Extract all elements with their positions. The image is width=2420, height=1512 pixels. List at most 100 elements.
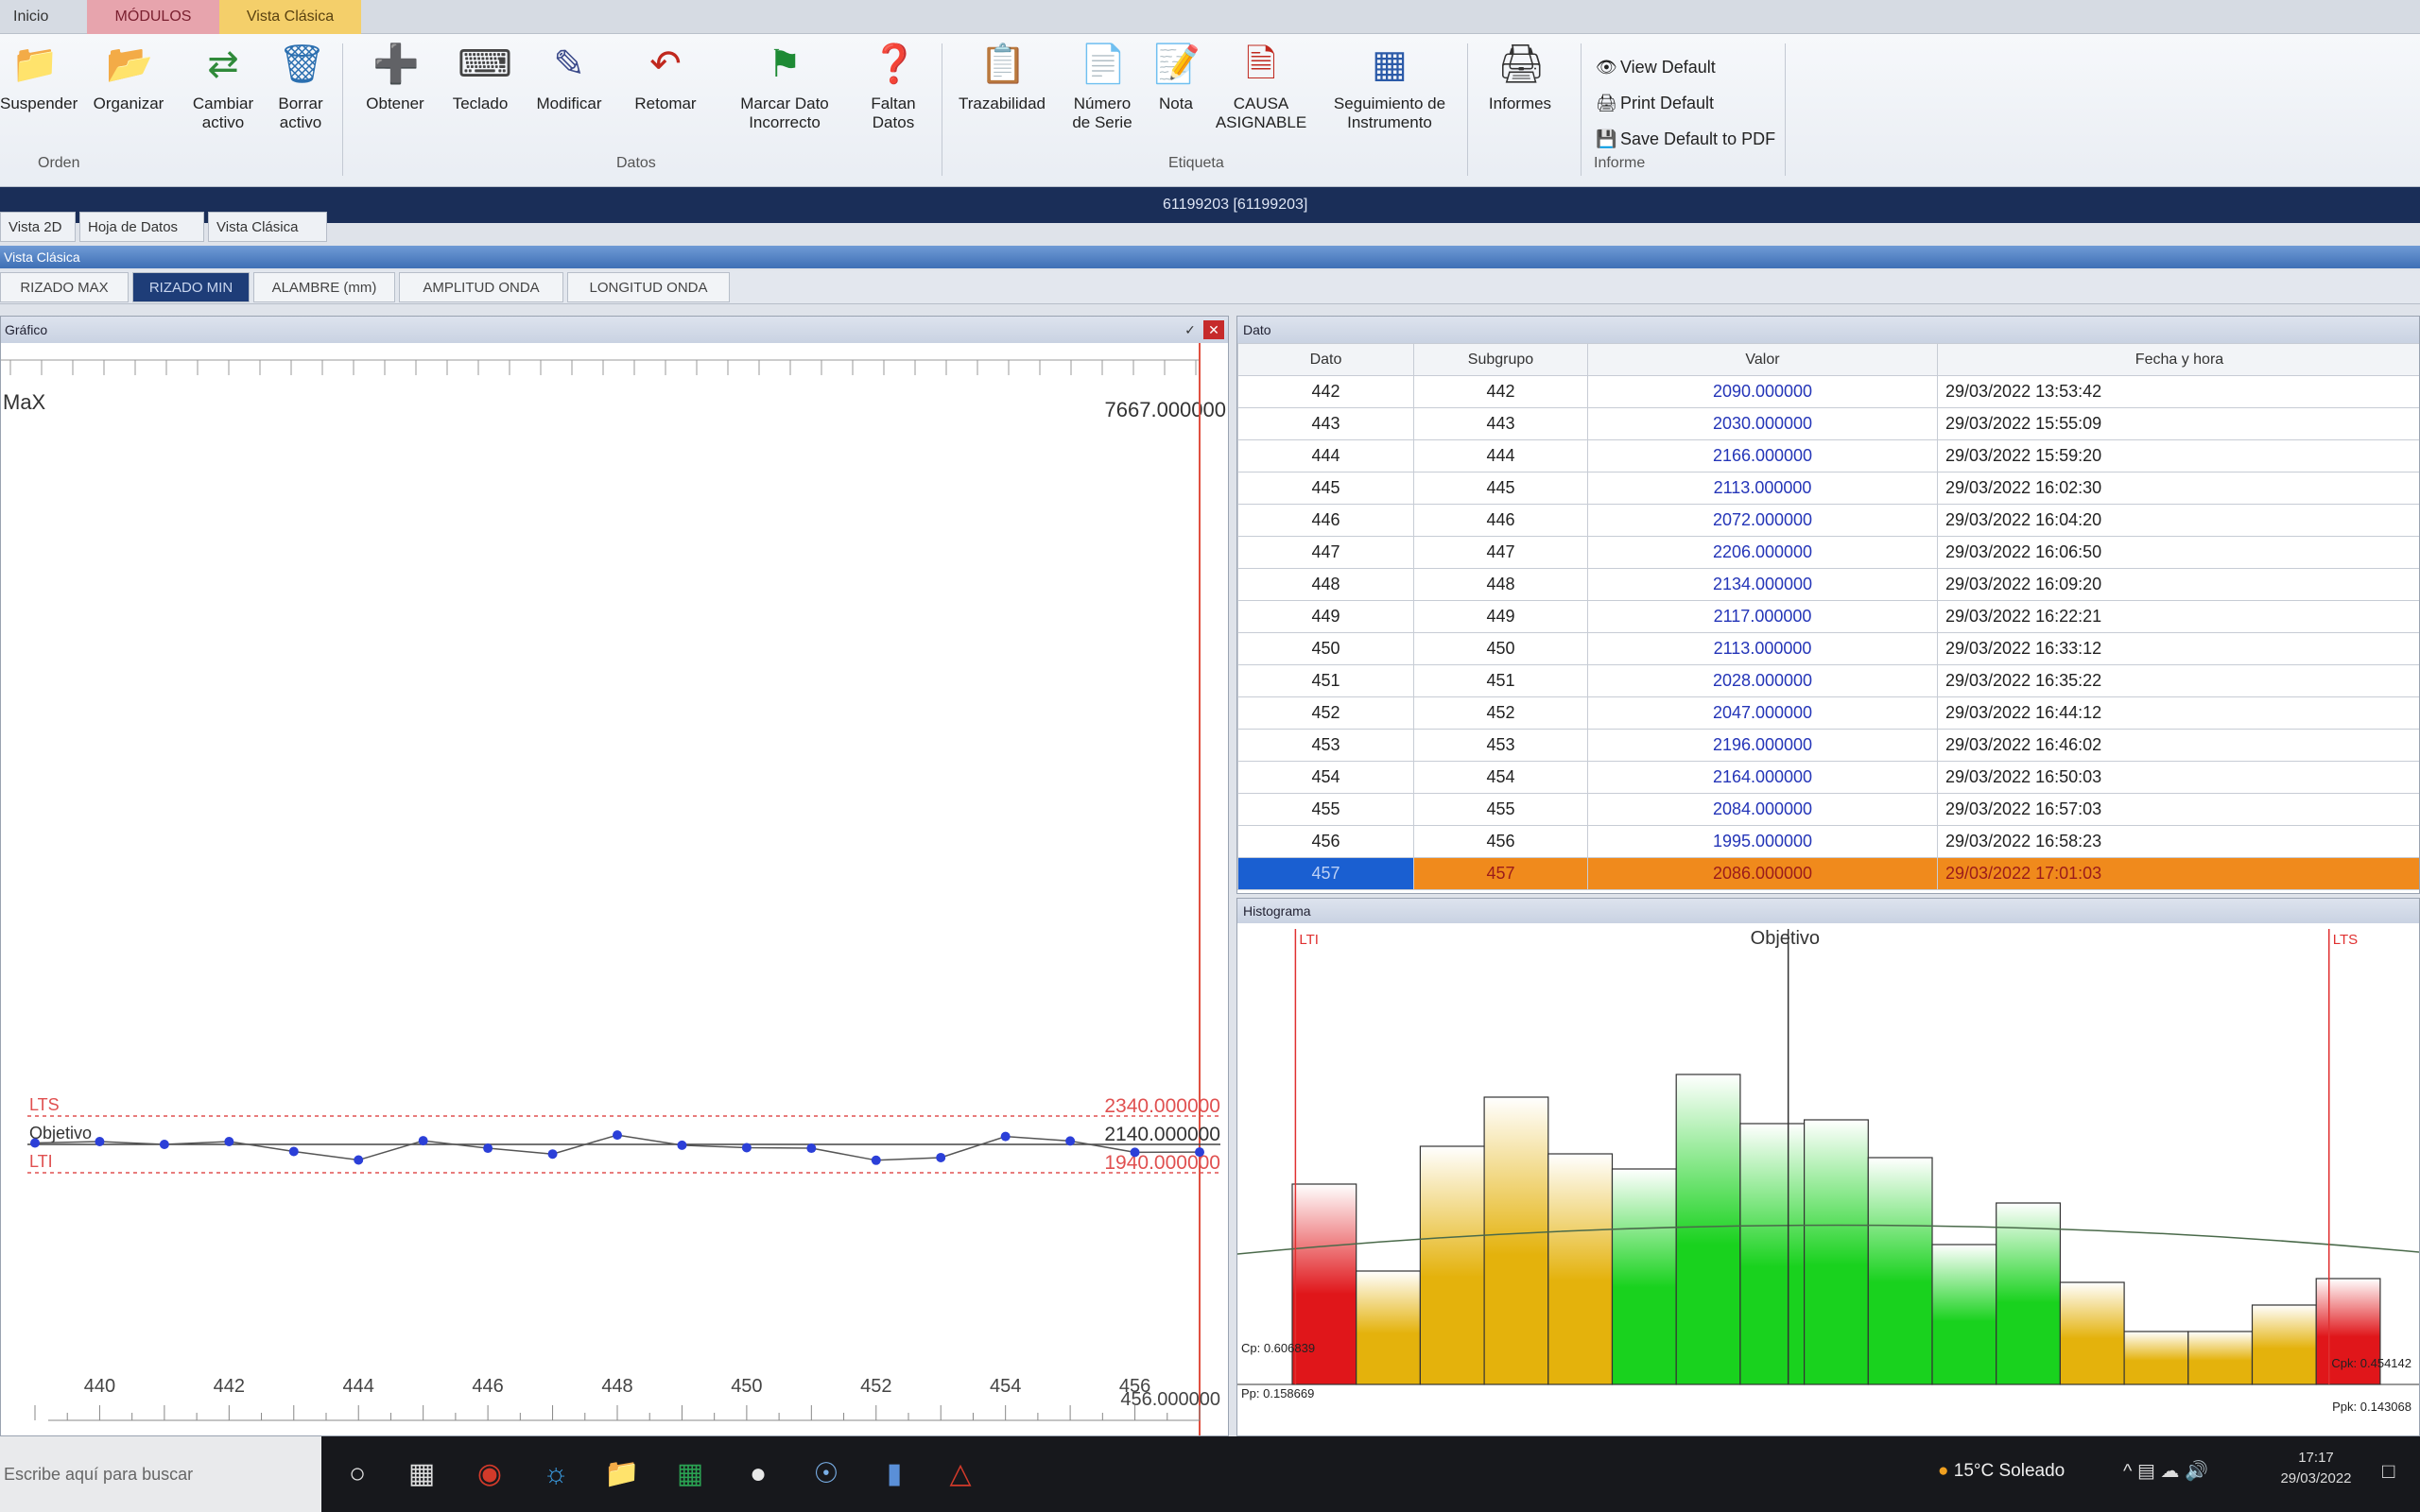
table-row[interactable]: 444 444 2166.000000 29/03/2022 15:59:20 [1237, 439, 2419, 472]
tab-vista-clasica-view[interactable]: Vista Clásica [208, 212, 327, 242]
suspend-button[interactable]: 📁 Suspender [0, 42, 78, 113]
data-point[interactable] [30, 1138, 40, 1148]
notifications-icon[interactable]: □ [2382, 1459, 2394, 1484]
data-point[interactable] [418, 1136, 428, 1146]
table-row[interactable]: 450 450 2113.000000 29/03/2022 16:33:12 [1237, 632, 2419, 665]
table-row[interactable]: 449 449 2117.000000 29/03/2022 16:22:21 [1237, 600, 2419, 633]
edge-icon[interactable]: ☼ [535, 1453, 577, 1495]
cell-valor[interactable]: 2164.000000 [1587, 761, 1938, 794]
cell-fecha[interactable]: 29/03/2022 16:09:20 [1937, 568, 2419, 601]
spc-app-icon[interactable]: △ [940, 1453, 981, 1495]
change-active-button[interactable]: ⇄ Cambiar activo [185, 42, 261, 132]
cell-fecha[interactable]: 29/03/2022 16:33:12 [1937, 632, 2419, 665]
cell-subgrupo[interactable]: 446 [1413, 504, 1588, 537]
table-row[interactable]: 457 457 2086.000000 29/03/2022 17:01:03 [1237, 857, 2419, 890]
data-point[interactable] [1065, 1136, 1076, 1146]
modify-button[interactable]: ✎ Modificar [526, 42, 613, 113]
cell-fecha[interactable]: 29/03/2022 13:53:42 [1937, 375, 2419, 408]
table-row[interactable]: 446 446 2072.000000 29/03/2022 16:04:20 [1237, 504, 2419, 537]
data-point[interactable] [1000, 1131, 1011, 1142]
cell-fecha[interactable]: 29/03/2022 16:58:23 [1937, 825, 2419, 858]
data-point[interactable] [483, 1143, 493, 1154]
cell-dato[interactable]: 449 [1237, 600, 1414, 633]
cell-valor[interactable]: 2206.000000 [1587, 536, 1938, 569]
cell-subgrupo[interactable]: 448 [1413, 568, 1588, 601]
network-app-icon[interactable]: ☉ [805, 1453, 847, 1495]
cell-dato[interactable]: 445 [1237, 472, 1414, 505]
cell-valor[interactable]: 2196.000000 [1587, 729, 1938, 762]
cell-fecha[interactable]: 29/03/2022 16:46:02 [1937, 729, 2419, 762]
cell-valor[interactable]: 2072.000000 [1587, 504, 1938, 537]
cell-dato[interactable]: 456 [1237, 825, 1414, 858]
table-row[interactable]: 445 445 2113.000000 29/03/2022 16:02:30 [1237, 472, 2419, 505]
table-row[interactable]: 442 442 2090.000000 29/03/2022 13:53:42 [1237, 375, 2419, 408]
resume-button[interactable]: ↶ Retomar [620, 42, 711, 113]
keyboard-button[interactable]: ⌨ Teclado [442, 42, 518, 113]
cell-dato[interactable]: 447 [1237, 536, 1414, 569]
tab-rizado-min[interactable]: RIZADO MIN [132, 272, 250, 302]
reports-button[interactable]: 🖨 Informes [1475, 42, 1565, 113]
cell-valor[interactable]: 2117.000000 [1587, 600, 1938, 633]
data-point[interactable] [871, 1155, 881, 1165]
serial-number-button[interactable]: 📄 Número de Serie [1063, 42, 1142, 132]
cell-valor[interactable]: 2047.000000 [1587, 696, 1938, 730]
delete-active-button[interactable]: 🗑 Borrar activo [267, 42, 335, 132]
table-row[interactable]: 452 452 2047.000000 29/03/2022 16:44:12 [1237, 696, 2419, 730]
cell-subgrupo[interactable]: 444 [1413, 439, 1588, 472]
table-row[interactable]: 447 447 2206.000000 29/03/2022 16:06:50 [1237, 536, 2419, 569]
tab-vista-2d[interactable]: Vista 2D [0, 212, 76, 242]
view-default-button[interactable]: 👁 View Default [1596, 51, 1716, 83]
cell-valor[interactable]: 1995.000000 [1587, 825, 1938, 858]
obtain-button[interactable]: ➕ Obtener [355, 42, 435, 113]
table-row[interactable]: 448 448 2134.000000 29/03/2022 16:09:20 [1237, 568, 2419, 601]
cell-subgrupo[interactable]: 449 [1413, 600, 1588, 633]
cell-dato[interactable]: 442 [1237, 375, 1414, 408]
cell-valor[interactable]: 2028.000000 [1587, 664, 1938, 697]
cell-valor[interactable]: 2134.000000 [1587, 568, 1938, 601]
cell-subgrupo[interactable]: 457 [1413, 857, 1588, 890]
cell-dato[interactable]: 443 [1237, 407, 1414, 440]
cell-dato[interactable]: 455 [1237, 793, 1414, 826]
cell-valor[interactable]: 2113.000000 [1587, 472, 1938, 505]
cell-fecha[interactable]: 29/03/2022 16:50:03 [1937, 761, 2419, 794]
table-row[interactable]: 455 455 2084.000000 29/03/2022 16:57:03 [1237, 793, 2419, 826]
data-point[interactable] [547, 1149, 558, 1160]
cell-dato[interactable]: 457 [1237, 857, 1414, 890]
table-row[interactable]: 456 456 1995.000000 29/03/2022 16:58:23 [1237, 825, 2419, 858]
table-row[interactable]: 451 451 2028.000000 29/03/2022 16:35:22 [1237, 664, 2419, 697]
cell-valor[interactable]: 2084.000000 [1587, 793, 1938, 826]
traceability-button[interactable]: 📋 Trazabilidad [951, 42, 1053, 113]
cell-fecha[interactable]: 29/03/2022 16:35:22 [1937, 664, 2419, 697]
cell-fecha[interactable]: 29/03/2022 16:22:21 [1937, 600, 2419, 633]
organize-button[interactable]: 📂 Organizar [83, 42, 174, 113]
data-point[interactable] [159, 1140, 169, 1149]
tab-alambre[interactable]: ALAMBRE (mm) [253, 272, 395, 302]
tab-hoja-de-datos[interactable]: Hoja de Datos [79, 212, 204, 242]
mark-incorrect-button[interactable]: ⚑ Marcar Dato Incorrecto [728, 42, 841, 132]
data-point[interactable] [288, 1146, 299, 1157]
cell-subgrupo[interactable]: 442 [1413, 375, 1588, 408]
cell-dato[interactable]: 453 [1237, 729, 1414, 762]
cell-fecha[interactable]: 29/03/2022 15:55:09 [1937, 407, 2419, 440]
cell-subgrupo[interactable]: 453 [1413, 729, 1588, 762]
tab-vista-clasica[interactable]: Vista Clásica [219, 0, 361, 34]
cell-dato[interactable]: 448 [1237, 568, 1414, 601]
widgets-icon[interactable]: ▦ [401, 1453, 442, 1495]
column-header-valor[interactable]: Valor [1587, 343, 1938, 376]
table-row[interactable]: 453 453 2196.000000 29/03/2022 16:46:02 [1237, 729, 2419, 762]
task-view-icon[interactable]: ○ [337, 1453, 378, 1495]
cell-dato[interactable]: 446 [1237, 504, 1414, 537]
file-explorer-icon[interactable]: 📁 [601, 1453, 643, 1495]
document-app-icon[interactable]: ▮ [873, 1453, 915, 1495]
cell-subgrupo[interactable]: 455 [1413, 793, 1588, 826]
print-default-button[interactable]: 🖨 Print Default [1596, 87, 1714, 119]
excel-icon[interactable]: ▦ [669, 1453, 711, 1495]
cell-dato[interactable]: 450 [1237, 632, 1414, 665]
cell-subgrupo[interactable]: 445 [1413, 472, 1588, 505]
data-point[interactable] [806, 1143, 817, 1154]
column-header-subgrupo[interactable]: Subgrupo [1413, 343, 1588, 376]
cell-fecha[interactable]: 29/03/2022 15:59:20 [1937, 439, 2419, 472]
cell-valor[interactable]: 2166.000000 [1587, 439, 1938, 472]
cell-valor[interactable]: 2086.000000 [1587, 857, 1938, 890]
close-icon[interactable]: ✕ [1203, 320, 1224, 339]
